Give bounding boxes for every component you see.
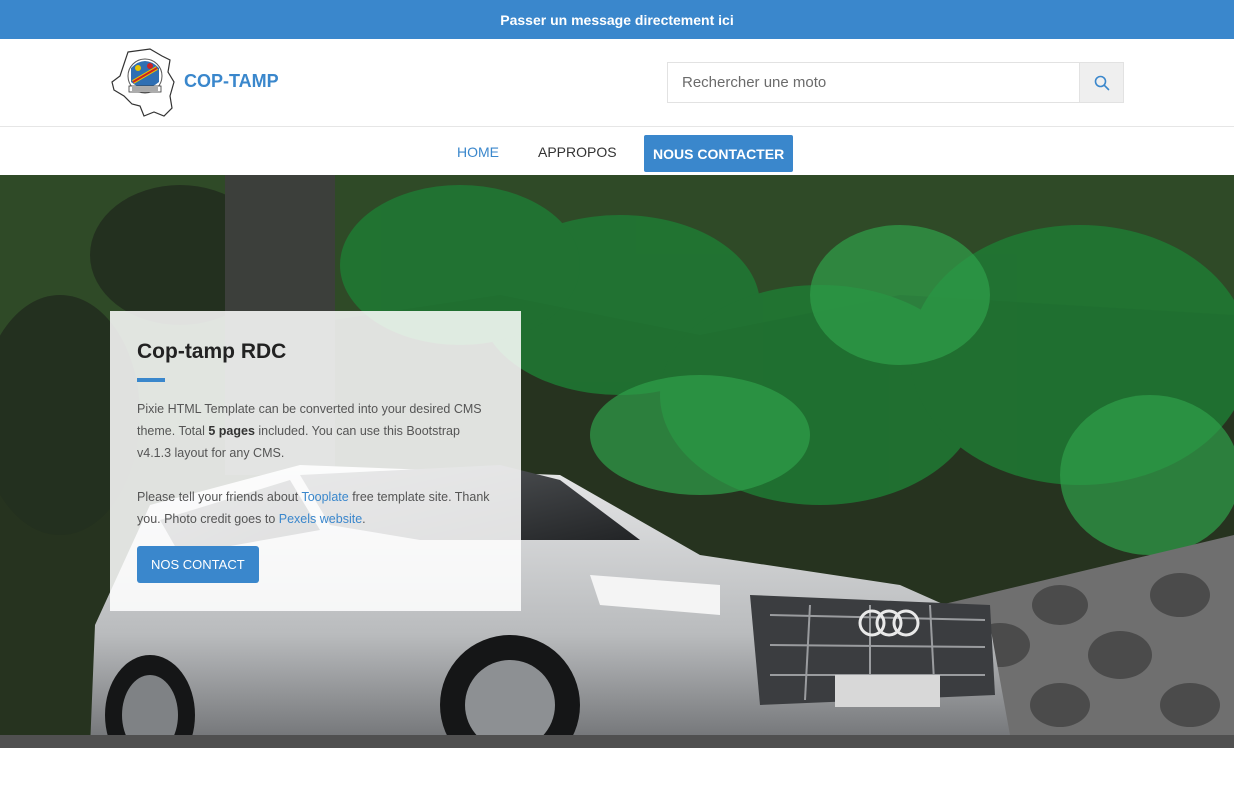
hero-banner: Cop-tamp RDC Pixie HTML Template can be …: [0, 175, 1234, 748]
title-underline: [137, 378, 165, 382]
nav-item-about[interactable]: Appropos: [538, 128, 617, 175]
announcement-bar: Passer un message directement ici: [0, 0, 1234, 39]
pexels-link[interactable]: Pexels website: [279, 512, 362, 526]
nav-item-contact[interactable]: Nous contacter: [644, 135, 794, 172]
contact-button[interactable]: Nos contact: [137, 546, 259, 583]
search-input[interactable]: [667, 62, 1079, 103]
hero-title: Cop-tamp RDC: [137, 340, 287, 363]
main-nav: Home Appropos Nous contacter: [0, 128, 1234, 175]
nav-item-home[interactable]: Home: [457, 128, 499, 175]
hero-card: Cop-tamp RDC Pixie HTML Template can be …: [110, 311, 521, 611]
brand-name[interactable]: COP-TAMP: [184, 71, 279, 92]
coat-of-arms-logo-icon: [111, 48, 175, 117]
tooplate-link[interactable]: Tooplate: [301, 490, 348, 504]
announcement-text: Passer un message directement ici: [500, 11, 734, 28]
search-button[interactable]: [1079, 62, 1124, 103]
search-bar: [667, 62, 1124, 103]
page-bottom-area: [0, 748, 1234, 800]
hero-credits: Please tell your friends about Tooplate …: [137, 490, 490, 526]
site-logo[interactable]: [110, 46, 180, 118]
site-header: COP-TAMP: [0, 39, 1234, 127]
search-icon: [1094, 75, 1109, 90]
hero-description: Pixie HTML Template can be converted int…: [137, 402, 482, 460]
